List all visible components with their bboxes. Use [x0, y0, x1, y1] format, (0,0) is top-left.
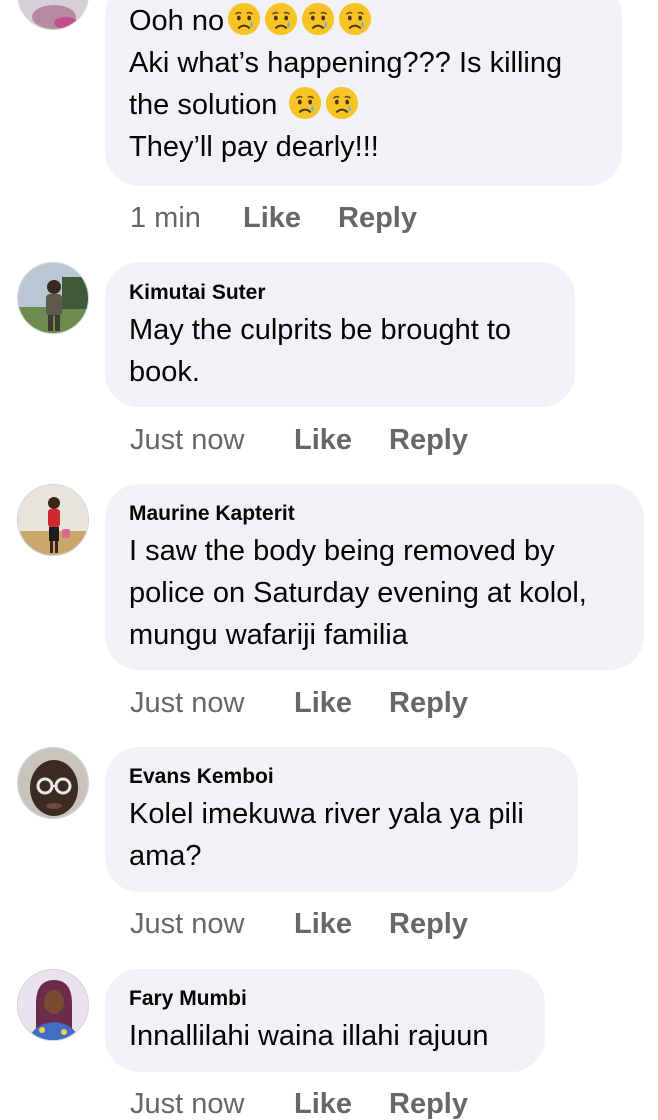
crying-face-icon	[265, 2, 298, 36]
comment-timestamp[interactable]: Just now	[130, 1088, 244, 1120]
like-button[interactable]: Like	[294, 424, 352, 457]
comment-text: May the culprits be brought to book.	[129, 306, 551, 393]
comment-bubble: Ooh no Aki what’s happening??? Is killin…	[105, 0, 622, 186]
comment-text: Kolel imekuwa river yala ya pili ama?	[129, 790, 554, 877]
comment-author[interactable]: Evans Kemboi	[129, 747, 554, 790]
comment-line: Ooh no	[129, 0, 598, 42]
crying-face-icon	[289, 86, 322, 120]
avatar-man-glasses-icon	[18, 748, 88, 818]
avatar[interactable]	[17, 484, 89, 556]
comment-line: Innallilahi waina illahi rajuun	[129, 1020, 489, 1052]
avatar[interactable]	[17, 747, 89, 819]
comment-actions: Just now Like Reply	[130, 1084, 468, 1120]
comment-line: ama?	[129, 840, 202, 872]
comment-line: the solution	[129, 84, 598, 126]
comment-line: May the culprits be brought to	[129, 314, 512, 346]
comment-text: Ooh no Aki what’s happening??? Is killin…	[129, 0, 598, 168]
reply-button[interactable]: Reply	[338, 202, 417, 235]
reply-button[interactable]: Reply	[389, 424, 468, 457]
crying-face-icon	[326, 86, 359, 120]
comment-bubble: Maurine Kapterit I saw the body being re…	[105, 484, 644, 670]
comment-timestamp[interactable]: 1 min	[130, 202, 201, 235]
crying-face-icon	[228, 2, 261, 36]
comment-author[interactable]: Fary Mumbi	[129, 969, 521, 1012]
avatar-man-outdoors-icon	[18, 263, 88, 333]
comment-line: police on Saturday evening at kolol,	[129, 577, 587, 609]
comment-author[interactable]: Kimutai Suter	[129, 262, 551, 306]
comment-actions: 1 min Like Reply	[130, 198, 417, 238]
like-button[interactable]: Like	[294, 908, 352, 941]
comment-line: I saw the body being removed by	[129, 535, 555, 567]
comment-line: book.	[129, 356, 200, 388]
reply-button[interactable]: Reply	[389, 1088, 468, 1120]
reply-button[interactable]: Reply	[389, 908, 468, 941]
crying-face-icon	[302, 2, 335, 36]
like-button[interactable]: Like	[294, 687, 352, 720]
comment-line: Aki what’s happening??? Is killing	[129, 47, 563, 79]
avatar[interactable]	[17, 969, 89, 1041]
comment-bubble: Fary Mumbi Innallilahi waina illahi raju…	[105, 969, 545, 1072]
avatar-woman-red-top-icon	[18, 485, 88, 555]
avatar-woman-hijab-icon	[18, 970, 88, 1040]
comment-text: I saw the body being removed by police o…	[129, 527, 620, 656]
reply-button[interactable]: Reply	[389, 687, 468, 720]
comment-line: mungu wafariji familia	[129, 619, 408, 651]
comment-line: They’ll pay dearly!!!	[129, 131, 379, 163]
comment-timestamp[interactable]: Just now	[130, 687, 244, 720]
comment-timestamp[interactable]: Just now	[130, 908, 244, 941]
comment-text: Innallilahi waina illahi rajuun	[129, 1012, 521, 1057]
comment-timestamp[interactable]: Just now	[130, 424, 244, 457]
comment-actions: Just now Like Reply	[130, 683, 468, 723]
crying-face-icon	[339, 2, 372, 36]
comment-line: Kolel imekuwa river yala ya pili	[129, 798, 524, 830]
like-button[interactable]: Like	[243, 202, 301, 235]
comment-bubble: Kimutai Suter May the culprits be brough…	[105, 262, 575, 407]
comment-bubble: Evans Kemboi Kolel imekuwa river yala ya…	[105, 747, 578, 892]
like-button[interactable]: Like	[294, 1088, 352, 1120]
avatar[interactable]	[17, 0, 89, 30]
avatar-woman-cropped-icon	[18, 0, 88, 29]
comment-author[interactable]: Maurine Kapterit	[129, 484, 620, 527]
comment-actions: Just now Like Reply	[130, 904, 468, 944]
comment-actions: Just now Like Reply	[130, 420, 468, 460]
avatar[interactable]	[17, 262, 89, 334]
